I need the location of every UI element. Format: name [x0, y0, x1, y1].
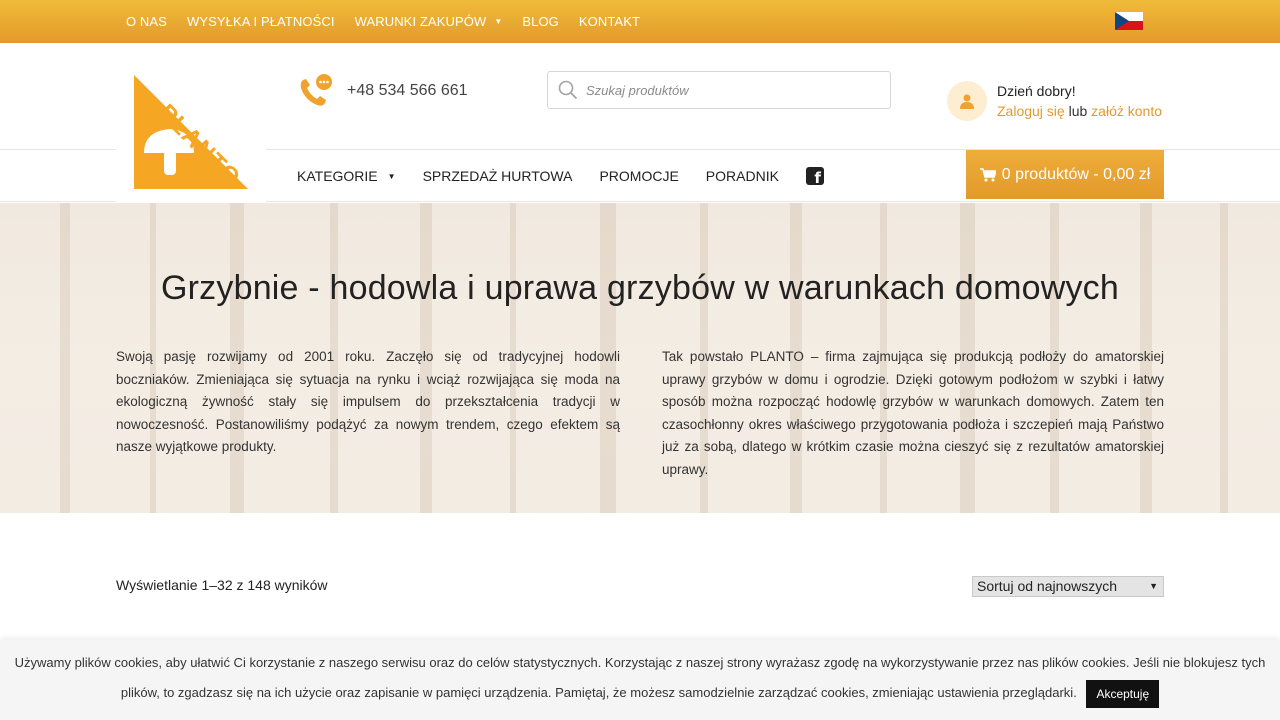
results-count: Wyświetlanie 1–32 z 148 wyników: [116, 577, 328, 593]
intro-text-right: Tak powstało PLANTO – firma zajmująca si…: [662, 349, 1164, 477]
or-text: lub: [1068, 103, 1088, 119]
top-nav-shipping[interactable]: WYSYŁKA I PŁATNOŚCI: [187, 14, 335, 29]
cart-button[interactable]: 0 produktów - 0,00 zł: [966, 150, 1164, 199]
account-text: Dzień dobry! Zaloguj się lub załóż konto: [997, 81, 1162, 121]
hero-section: Grzybnie - hodowla i uprawa grzybów w wa…: [0, 203, 1280, 513]
greeting: Dzień dobry!: [997, 83, 1076, 99]
cookie-text: Używamy plików cookies, aby ułatwić Ci k…: [14, 655, 1266, 700]
logo[interactable]: PLANTO: [116, 43, 266, 203]
top-nav-about[interactable]: O NAS: [126, 14, 167, 29]
register-link[interactable]: załóż konto: [1091, 103, 1162, 119]
cookie-bar: Używamy plików cookies, aby ułatwić Ci k…: [0, 640, 1280, 720]
cart-icon: [979, 167, 996, 181]
login-link[interactable]: Zaloguj się: [997, 103, 1065, 119]
czech-flag-icon[interactable]: [1115, 12, 1143, 30]
search-input[interactable]: [586, 82, 876, 98]
top-bar: O NAS WYSYŁKA I PŁATNOŚCI WARUNKI ZAKUPÓ…: [0, 0, 1280, 43]
nav-promotions[interactable]: PROMOCJE: [599, 168, 678, 184]
search-icon[interactable]: [558, 80, 578, 100]
search-box: [547, 71, 891, 109]
sort-selected-value: Sortuj od najnowszych: [977, 578, 1118, 594]
cookie-accept-button[interactable]: Akceptuję: [1086, 679, 1160, 708]
top-nav-blog[interactable]: BLOG: [522, 14, 559, 29]
caret-down-icon: ▼: [1149, 581, 1158, 591]
top-nav-contact[interactable]: KONTAKT: [579, 14, 640, 29]
nav-wholesale[interactable]: SPRZEDAŻ HURTOWA: [423, 168, 573, 184]
facebook-icon[interactable]: f: [805, 167, 824, 186]
top-nav: O NAS WYSYŁKA I PŁATNOŚCI WARUNKI ZAKUPÓ…: [116, 0, 650, 43]
top-nav-terms[interactable]: WARUNKI ZAKUPÓW ▼: [355, 14, 503, 29]
sort-select[interactable]: Sortuj od najnowszych ▼: [972, 576, 1164, 597]
phone-number: +48 534 566 661: [347, 82, 468, 99]
account-area: Dzień dobry! Zaloguj się lub załóż konto: [947, 81, 1162, 121]
cart-summary: 0 produktów - 0,00 zł: [1001, 165, 1151, 183]
caret-down-icon: ▼: [494, 17, 503, 26]
phone-chat-icon: [300, 74, 332, 106]
caret-down-icon: ▼: [387, 171, 396, 181]
phone-contact[interactable]: +48 534 566 661: [297, 72, 468, 110]
nav-categories[interactable]: KATEGORIE ▼: [297, 168, 396, 184]
user-icon[interactable]: [947, 81, 987, 121]
nav-guide[interactable]: PORADNIK: [706, 168, 779, 184]
intro-text-left: Swoją pasję rozwijamy od 2001 roku. Zacz…: [116, 349, 620, 454]
page-title: Grzybnie - hodowla i uprawa grzybów w wa…: [161, 269, 1119, 307]
